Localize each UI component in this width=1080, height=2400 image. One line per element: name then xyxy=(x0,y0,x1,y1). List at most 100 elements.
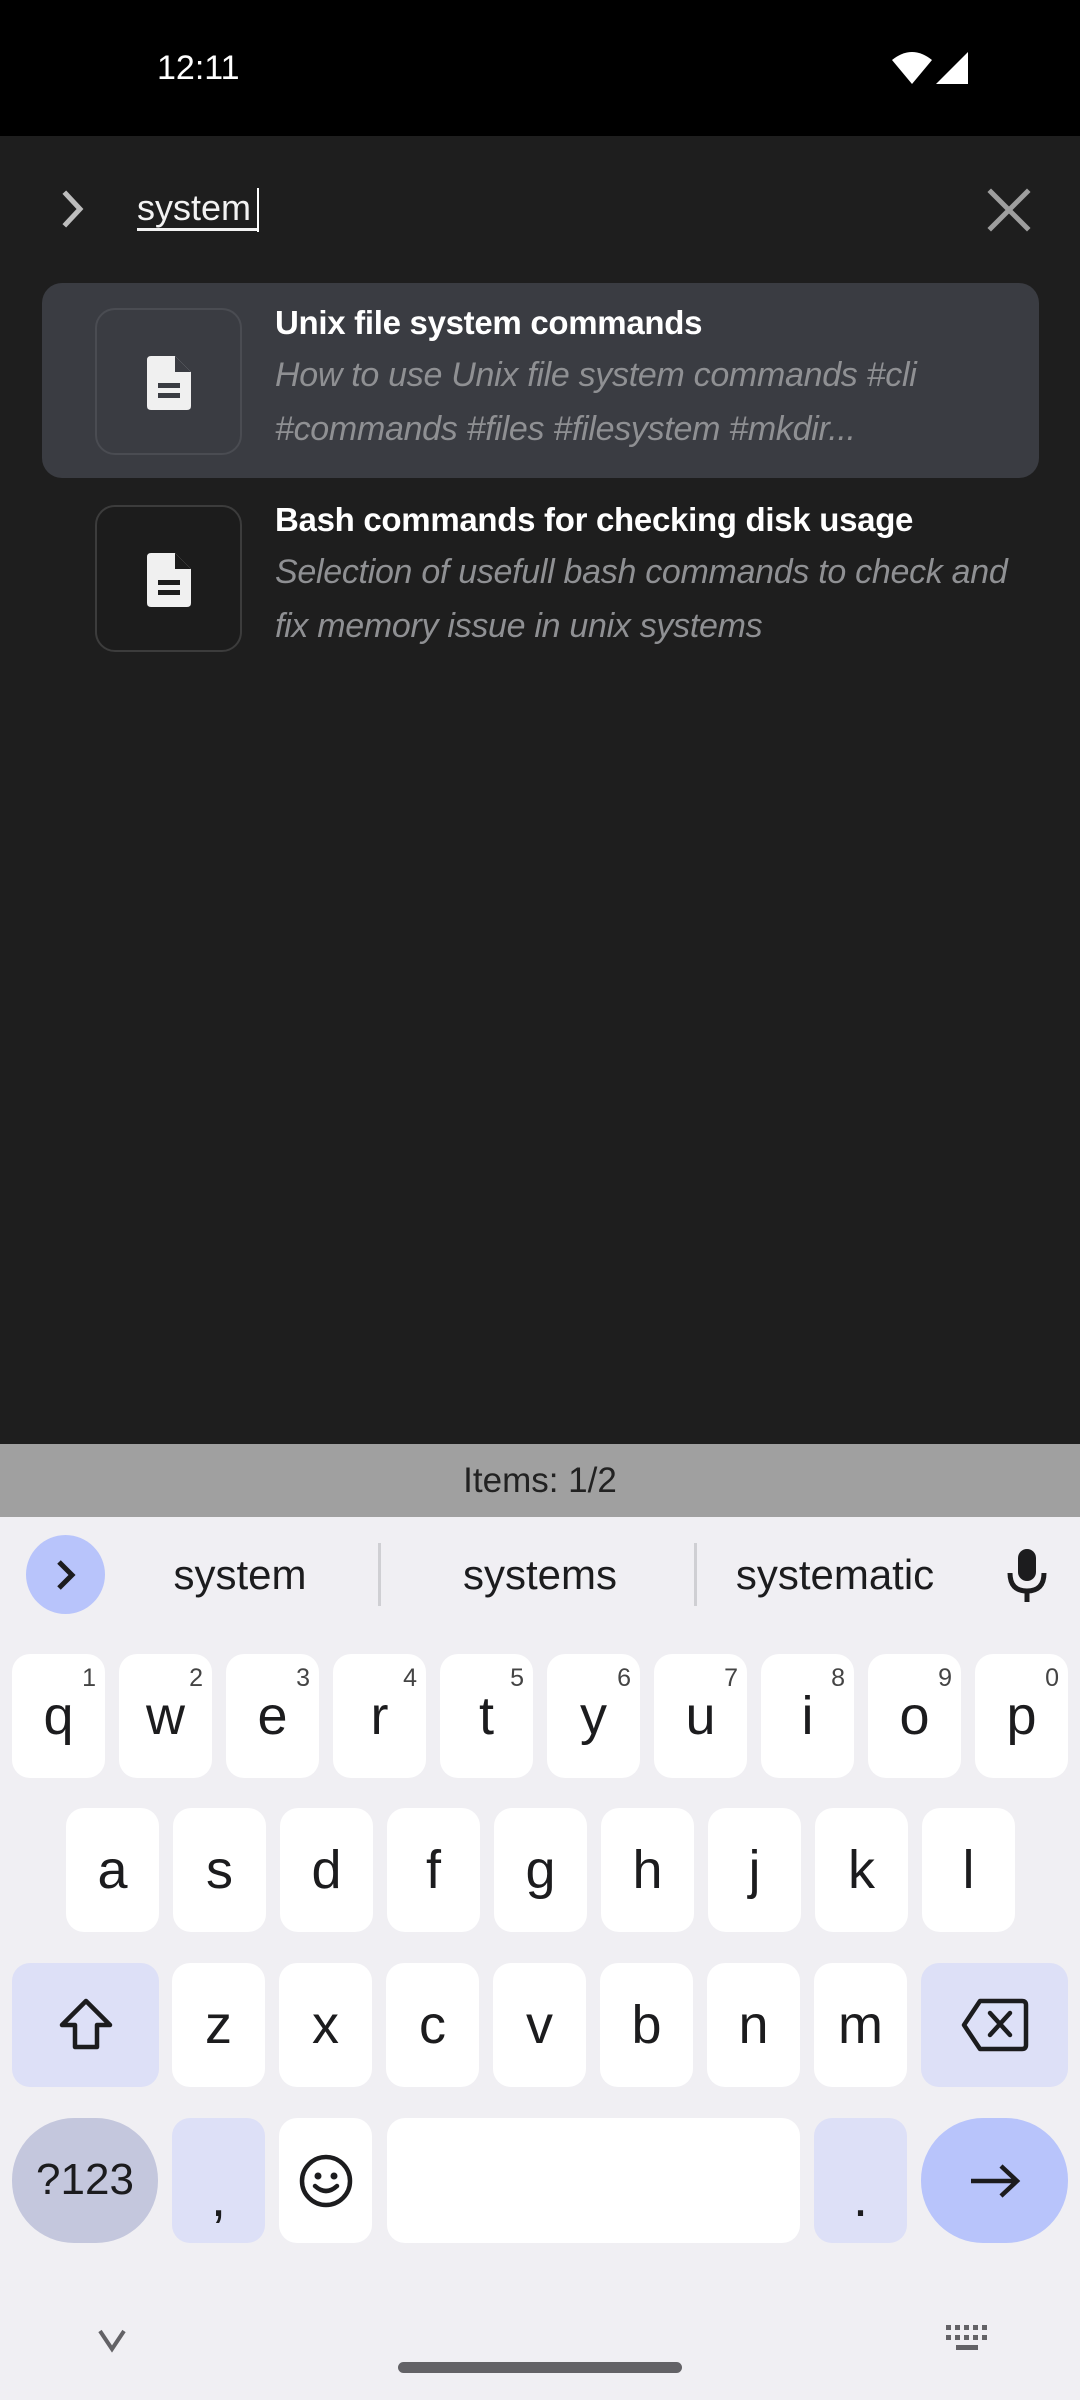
suggestion-item[interactable]: system xyxy=(120,1545,360,1605)
result-description: Selection of usefull bash commands to ch… xyxy=(275,553,1008,645)
key[interactable]: f xyxy=(387,1808,480,1932)
key-label: y xyxy=(580,1686,607,1746)
key-hint: 7 xyxy=(724,1664,738,1692)
key-label: i xyxy=(801,1686,814,1746)
backspace-key[interactable] xyxy=(921,1963,1068,2087)
key[interactable]: v xyxy=(493,1963,586,2087)
key[interactable]: s xyxy=(173,1808,266,1932)
chevron-right-icon xyxy=(57,1560,76,1590)
shift-key[interactable] xyxy=(12,1963,159,2087)
key-hint: 1 xyxy=(82,1664,96,1692)
chevron-right-icon[interactable] xyxy=(52,184,96,234)
suggestion-item[interactable]: systematic xyxy=(710,1545,960,1605)
key[interactable]: q1 xyxy=(12,1654,105,1778)
key[interactable]: k xyxy=(815,1808,908,1932)
key-hint: 8 xyxy=(831,1664,845,1692)
key-label: e xyxy=(257,1686,288,1746)
symbols-key[interactable]: ?123 xyxy=(12,2118,158,2243)
shift-icon xyxy=(59,1998,112,2050)
on-screen-keyboard: system systems systematic ?123 , . q 1 w… xyxy=(0,1517,1080,2400)
key[interactable]: b xyxy=(600,1963,693,2087)
key-label: t xyxy=(478,1686,494,1746)
key-hint: 2 xyxy=(189,1664,203,1692)
suggestion-item[interactable]: systems xyxy=(410,1545,670,1605)
key[interactable]: c xyxy=(386,1963,479,2087)
keyboard-toolbar-expand-button[interactable] xyxy=(26,1535,105,1614)
key-hint: 9 xyxy=(938,1664,952,1692)
period-label: . xyxy=(852,2168,868,2228)
key-label: q xyxy=(43,1686,74,1746)
key-label: v xyxy=(526,1995,553,2055)
suggestion-divider xyxy=(378,1543,381,1606)
key[interactable]: p0 xyxy=(975,1654,1068,1778)
document-icon xyxy=(147,356,191,410)
key[interactable]: l xyxy=(922,1808,1015,1932)
items-count: Items: 1/2 xyxy=(463,1461,617,1500)
key[interactable]: u7 xyxy=(654,1654,747,1778)
arrow-right-icon xyxy=(970,2163,1020,2198)
key[interactable]: j xyxy=(708,1808,801,1932)
key[interactable]: a xyxy=(66,1808,159,1932)
key-label: b xyxy=(631,1995,662,2055)
key[interactable]: x xyxy=(279,1963,372,2087)
key-hint: 3 xyxy=(296,1664,310,1692)
key-label: c xyxy=(419,1995,446,2055)
text-cursor xyxy=(257,188,259,232)
key-label: u xyxy=(685,1686,716,1746)
key-label: k xyxy=(848,1840,875,1900)
key-label: j xyxy=(748,1840,761,1900)
key-label: o xyxy=(899,1686,930,1746)
key-label: h xyxy=(632,1840,663,1900)
key[interactable]: n xyxy=(707,1963,800,2087)
key[interactable]: i8 xyxy=(761,1654,854,1778)
result-item[interactable]: Bash commands for checking disk usage Se… xyxy=(42,480,1039,675)
period-key[interactable]: . xyxy=(814,2118,907,2243)
key[interactable]: h xyxy=(601,1808,694,1932)
signal-icon xyxy=(936,52,968,84)
key-label: m xyxy=(838,1995,883,2055)
backspace-icon xyxy=(961,1998,1028,2052)
key[interactable]: w2 xyxy=(119,1654,212,1778)
key-hint: 6 xyxy=(617,1664,631,1692)
key-hint: 0 xyxy=(1045,1664,1059,1692)
key-label: w xyxy=(146,1686,185,1746)
enter-key[interactable] xyxy=(921,2118,1068,2243)
suggestion-divider xyxy=(694,1543,697,1606)
key-label: z xyxy=(205,1995,232,2055)
status-time: 12:11 xyxy=(157,49,240,87)
result-icon-box xyxy=(95,505,242,652)
key-hint: 4 xyxy=(403,1664,417,1692)
key-label: n xyxy=(738,1995,769,2055)
keyboard-switch-icon[interactable] xyxy=(944,2323,990,2353)
home-indicator[interactable] xyxy=(398,2362,682,2373)
chevron-down-icon[interactable] xyxy=(92,2325,132,2355)
key-hint: 5 xyxy=(510,1664,524,1692)
key-label: x xyxy=(312,1995,339,2055)
key-label: a xyxy=(97,1840,128,1900)
key[interactable]: z xyxy=(172,1963,265,2087)
key[interactable]: o9 xyxy=(868,1654,961,1778)
composing-underline xyxy=(137,228,258,231)
emoji-icon xyxy=(299,2154,352,2207)
key[interactable]: y6 xyxy=(547,1654,640,1778)
result-item[interactable]: Unix file system commands How to use Uni… xyxy=(42,283,1039,478)
key-label: l xyxy=(962,1840,975,1900)
key[interactable]: t5 xyxy=(440,1654,533,1778)
key-label: g xyxy=(525,1840,556,1900)
document-icon xyxy=(147,553,191,607)
key-label: p xyxy=(1006,1686,1037,1746)
result-icon-box xyxy=(95,308,242,455)
result-description: How to use Unix file system commands #cl… xyxy=(275,356,917,448)
key-label: r xyxy=(370,1686,389,1746)
key[interactable]: m xyxy=(814,1963,907,2087)
key[interactable]: d xyxy=(280,1808,373,1932)
key[interactable]: g xyxy=(494,1808,587,1932)
comma-key[interactable]: , xyxy=(172,2118,265,2243)
microphone-icon[interactable] xyxy=(1002,1545,1052,1605)
wifi-icon xyxy=(892,52,932,84)
key[interactable]: r4 xyxy=(333,1654,426,1778)
key[interactable]: e3 xyxy=(226,1654,319,1778)
emoji-key[interactable] xyxy=(279,2118,372,2243)
close-icon[interactable] xyxy=(980,180,1038,240)
space-key[interactable] xyxy=(387,2118,800,2243)
